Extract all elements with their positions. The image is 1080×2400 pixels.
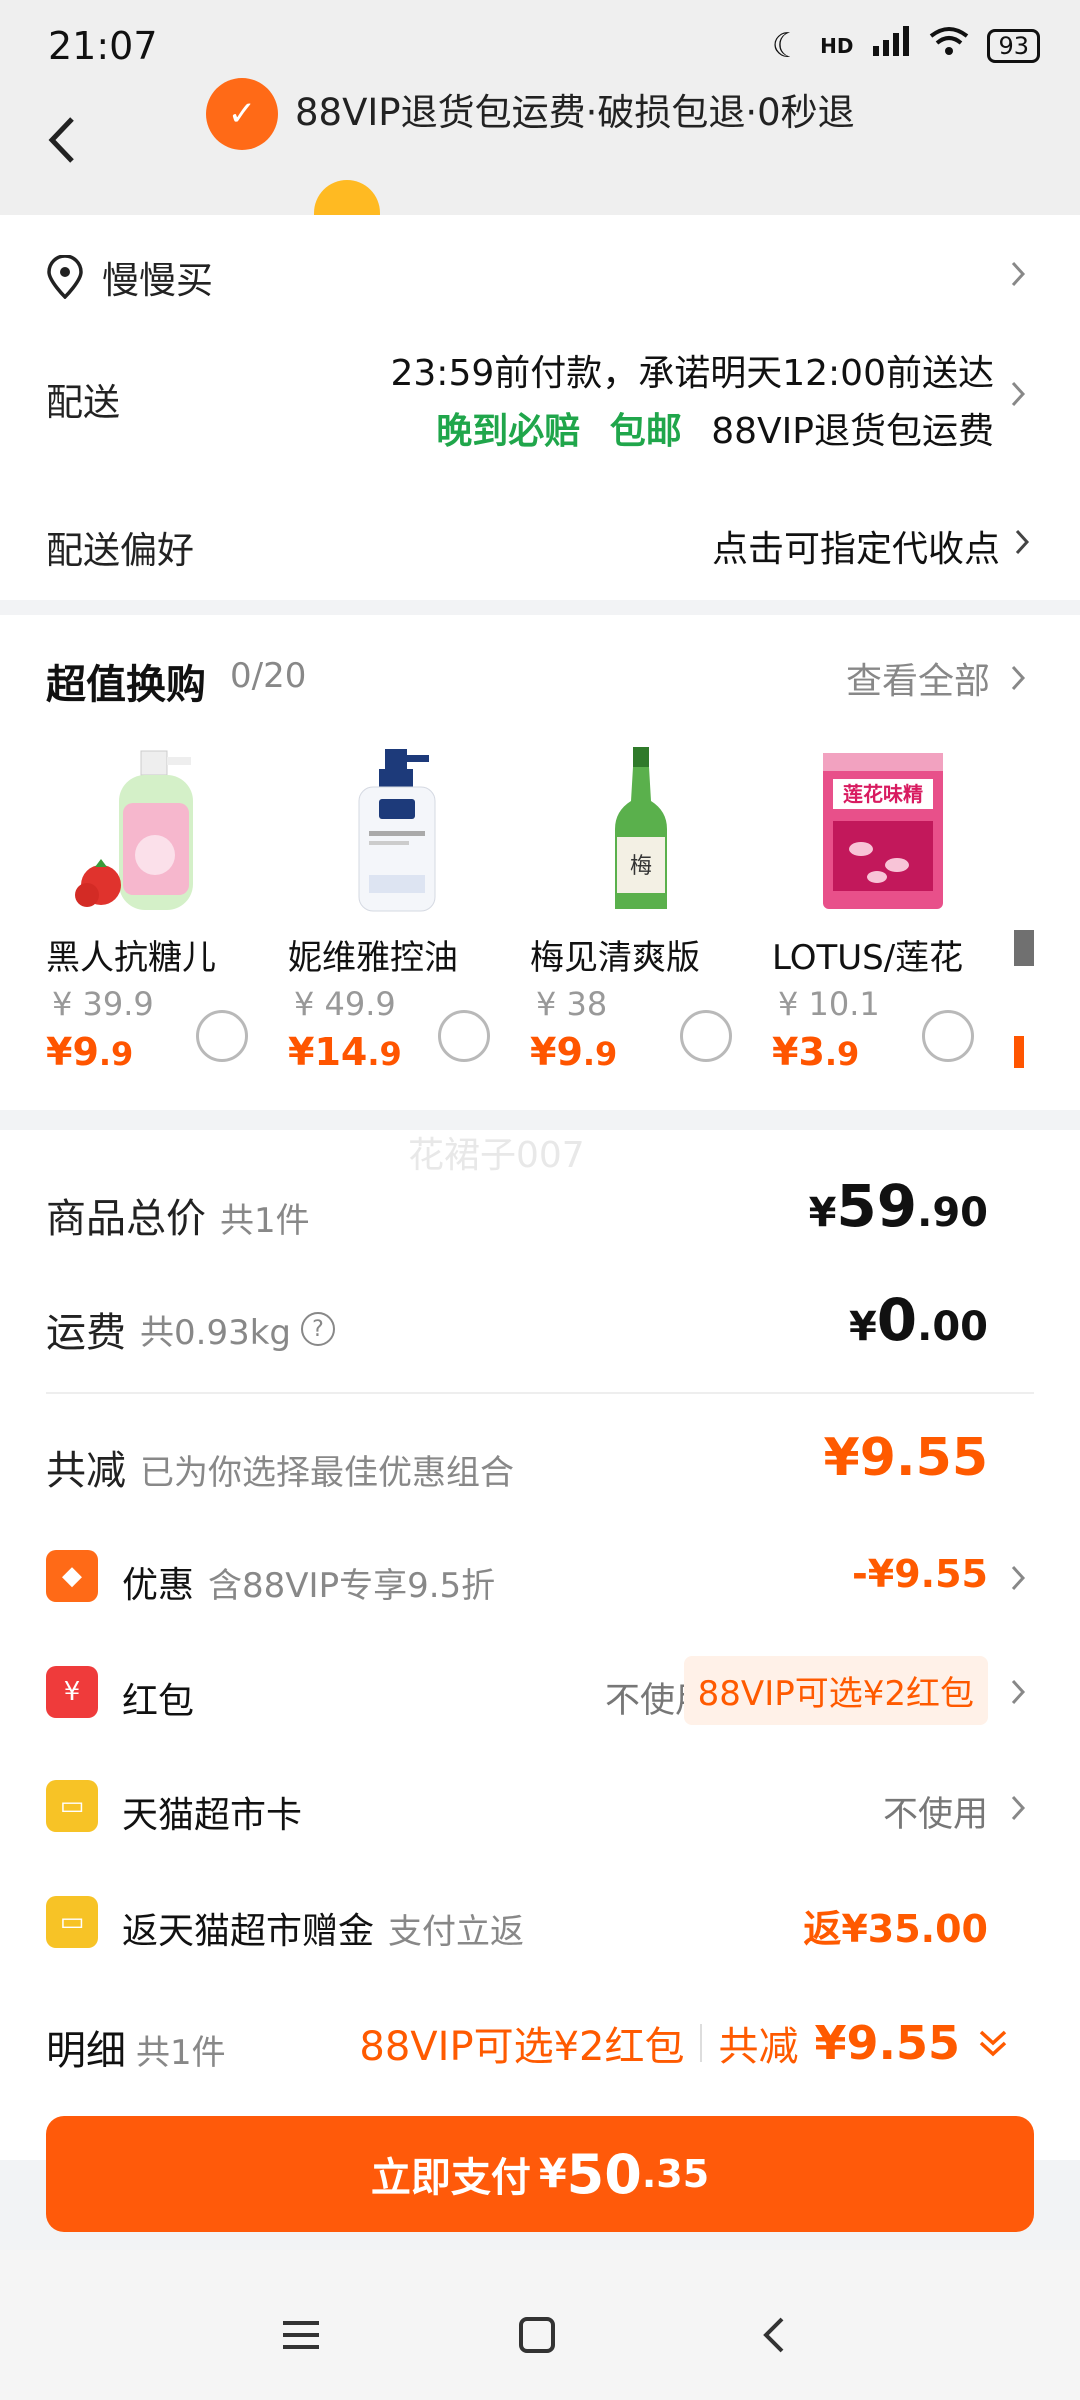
detail-separator	[700, 2024, 703, 2062]
late-compensation-tag: 晚到必赔	[436, 411, 581, 452]
supermarket-card-icon: ▭	[46, 1780, 98, 1832]
menu-icon[interactable]	[276, 2310, 326, 2360]
redpacket-chevron-icon[interactable]	[1006, 1672, 1030, 1712]
detail-summary[interactable]: 88VIP可选¥2红包 共减 ¥9.55	[359, 2014, 1010, 2072]
freight-amount: ¥0.00	[848, 1286, 988, 1354]
wifi-icon	[929, 24, 969, 67]
detail-reduce-amount: ¥9.55	[814, 2016, 960, 2070]
svg-text:梅: 梅	[630, 854, 652, 879]
discount-chevron-icon[interactable]	[1006, 1558, 1030, 1598]
card-value[interactable]: 不使用	[883, 1786, 988, 1837]
address-chevron-icon	[1006, 254, 1030, 294]
goods-total-amount: ¥59.90	[808, 1172, 988, 1240]
card-chevron-icon[interactable]	[1006, 1788, 1030, 1828]
battery-indicator: 93	[987, 28, 1040, 63]
vip-redpacket-pill[interactable]: 88VIP可选¥2红包	[683, 1656, 988, 1725]
cashback-icon: ▭	[46, 1896, 98, 1948]
pay-now-button[interactable]: 立即支付 ¥50.35	[46, 2116, 1034, 2232]
summary-divider	[46, 1392, 1034, 1394]
product-price: ¥9.9	[530, 1030, 618, 1074]
product-select-radio[interactable]	[438, 1010, 490, 1062]
product-price: ¥9.9	[46, 1030, 134, 1074]
total-reduce-label: 共减 已为你选择最佳优惠组合	[46, 1448, 514, 1494]
cashback-amount: 返¥35.00	[803, 1907, 988, 1951]
double-chevron-down-icon[interactable]	[976, 2026, 1010, 2060]
goods-total-label: 商品总价 共1件	[46, 1196, 310, 1242]
seasoning-bag-image: 莲花味精	[792, 740, 972, 920]
product-original-price: ¥ 49.9	[294, 985, 396, 1023]
product-original-price: ¥ 38	[536, 985, 608, 1023]
watermark: 花裙子007	[408, 1135, 585, 1176]
product-card[interactable]: 黑人抗糖儿 ¥ 39.9 ¥9.9	[46, 740, 266, 1080]
product-price-fragment	[1014, 1036, 1024, 1068]
shield-check-icon: ✓	[206, 78, 278, 150]
status-icons: ☾ HD 93	[772, 24, 1040, 67]
address-row[interactable]: 慢慢买	[46, 250, 213, 304]
network-label: HD	[820, 33, 854, 58]
chevron-left-icon	[48, 117, 74, 163]
signal-icon	[871, 24, 911, 67]
product-price: ¥3.9	[772, 1030, 860, 1074]
summary-card	[0, 1130, 1080, 2160]
red-packet-icon: ¥	[46, 1666, 98, 1718]
status-time: 21:07	[48, 24, 158, 68]
redpacket-label: 红包	[122, 1681, 195, 1722]
preference-value[interactable]: 点击可指定代收点	[712, 520, 1000, 572]
detail-reduce-label: 共减	[718, 2024, 799, 2070]
product-card-partial[interactable]	[1014, 740, 1034, 1080]
product-select-radio[interactable]	[196, 1010, 248, 1062]
moon-icon: ☾	[771, 25, 803, 66]
back-button[interactable]	[36, 110, 86, 170]
vip-return-tag: 88VIP退货包运费	[711, 411, 994, 452]
cashback-row: 返天猫超市赠金 支付立返	[122, 1911, 525, 1952]
product-select-radio[interactable]	[680, 1010, 732, 1062]
delivery-chevron-icon[interactable]	[1006, 374, 1030, 414]
lotion-bottle-image	[308, 740, 488, 920]
address-label: 慢慢买	[102, 259, 213, 302]
card-label: 天猫超市卡	[122, 1795, 303, 1836]
svg-text:莲花味精: 莲花味精	[843, 782, 923, 806]
back-nav-icon[interactable]	[748, 2310, 798, 2360]
product-card[interactable]: 莲花味精 LOTUS/莲花 ¥ 10.1 ¥3.9	[772, 740, 992, 1080]
view-all-link[interactable]: 查看全部	[846, 652, 990, 704]
discount-amount: -¥9.55	[852, 1552, 988, 1596]
exchange-title: 超值换购	[46, 662, 206, 708]
delivery-label: 配送	[46, 381, 120, 424]
home-icon[interactable]	[512, 2310, 562, 2360]
plum-wine-bottle-image: 梅	[550, 740, 730, 920]
product-name: LOTUS/莲花	[772, 938, 964, 978]
exchange-count: 0/20	[230, 656, 307, 696]
free-shipping-tag: 包邮	[609, 411, 682, 452]
product-original-price: ¥ 10.1	[778, 985, 880, 1023]
delivery-line1: 23:59前付款，承诺明天12:00前送达	[390, 353, 995, 394]
product-original-price: ¥ 39.9	[52, 985, 154, 1023]
preference-label: 配送偏好	[46, 529, 194, 572]
detail-label: 明细 共1件	[46, 2028, 226, 2074]
delivery-line2: 晚到必赔 包邮 88VIP退货包运费	[436, 402, 994, 454]
product-card[interactable]: 妮维雅控油 ¥ 49.9 ¥14.9	[288, 740, 508, 1080]
product-card[interactable]: 梅 梅见清爽版 ¥ 38 ¥9.9	[530, 740, 750, 1080]
help-icon[interactable]: ?	[300, 1312, 335, 1346]
discount-row[interactable]: 优惠 含88VIP专享9.5折	[122, 1556, 495, 1608]
detail-redpacket: 88VIP可选¥2红包	[359, 2024, 685, 2070]
product-name-fragment	[1014, 930, 1034, 966]
total-reduce-amount: ¥9.55	[823, 1428, 988, 1488]
view-all-chevron-icon[interactable]	[1006, 658, 1030, 698]
toothpaste-image	[66, 740, 246, 920]
product-name: 妮维雅控油	[288, 938, 458, 978]
product-price: ¥14.9	[288, 1030, 402, 1074]
banner-text: 88VIP退货包运费·破损包退·0秒退	[295, 91, 855, 134]
coupon-tag-icon: ◆	[46, 1550, 98, 1602]
freight-label: 运费 共0.93kg ?	[46, 1300, 335, 1358]
product-name: 梅见清爽版	[530, 938, 700, 978]
location-pin-icon	[47, 255, 83, 299]
product-name: 黑人抗糖儿	[46, 938, 216, 978]
preference-chevron-icon[interactable]	[1010, 522, 1034, 562]
product-select-radio[interactable]	[922, 1010, 974, 1062]
